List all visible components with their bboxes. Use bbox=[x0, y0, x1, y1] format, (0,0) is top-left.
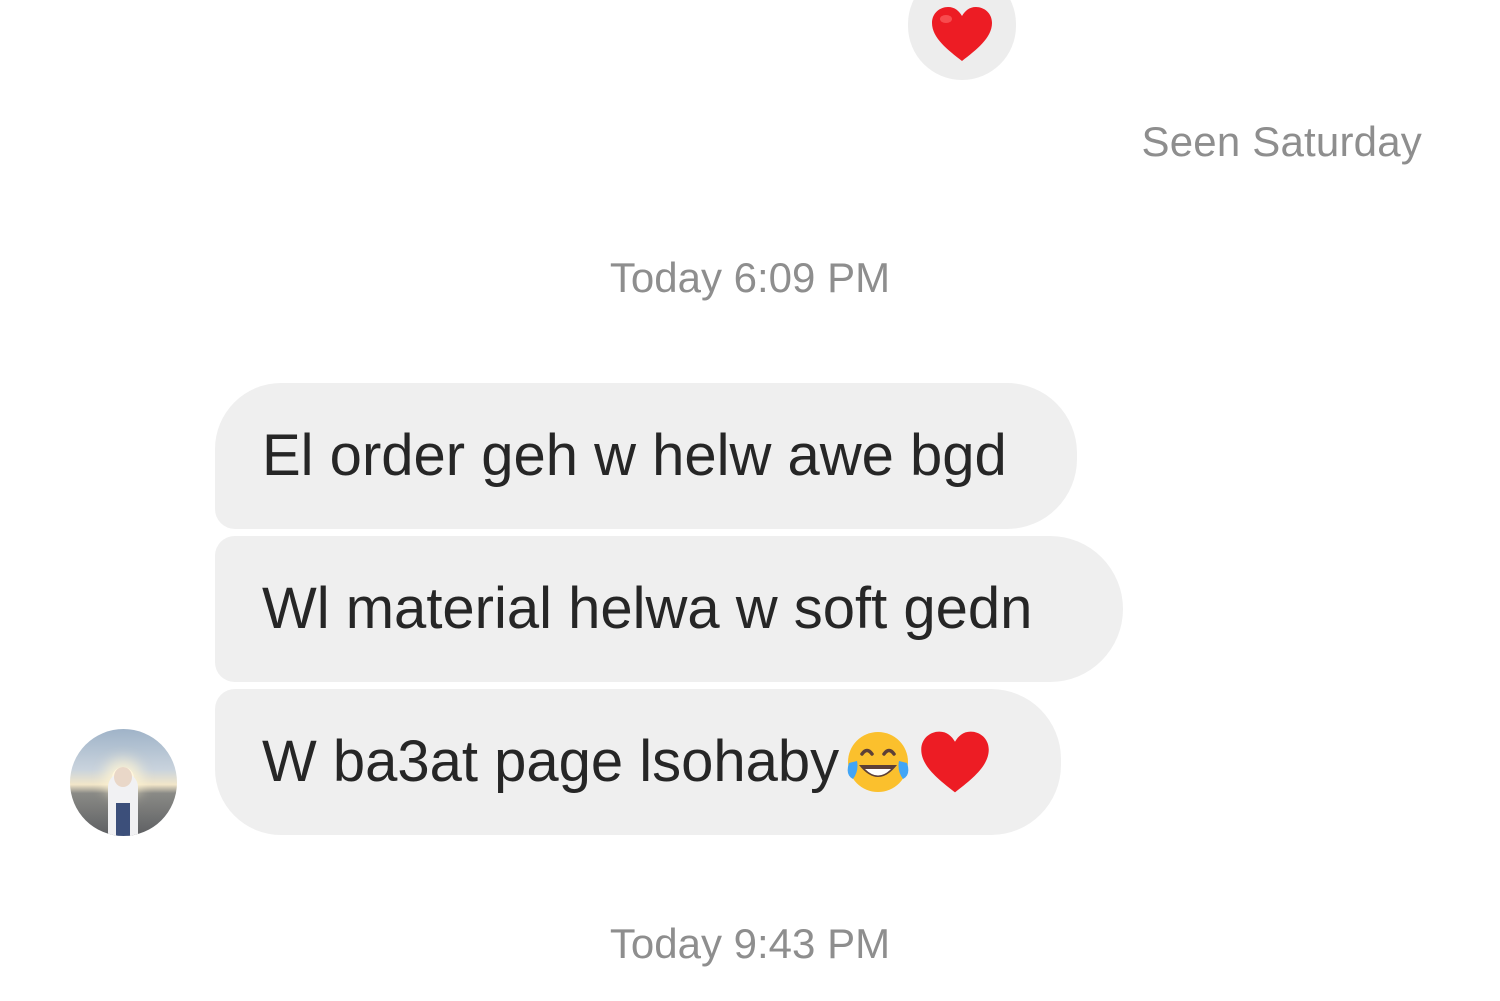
heart-icon bbox=[921, 731, 989, 793]
message-bubble[interactable]: Wl material helwa w soft gedn bbox=[215, 536, 1123, 682]
heart-reaction-message[interactable] bbox=[908, 0, 1016, 80]
message-bubble[interactable]: W ba3at page lsohaby bbox=[215, 689, 1061, 835]
timestamp: Today 6:09 PM bbox=[609, 254, 891, 301]
message-text: W ba3at page lsohaby bbox=[262, 729, 840, 794]
face-with-tears-of-joy-icon bbox=[847, 732, 909, 792]
message-text: Wl material helwa w soft gedn bbox=[262, 576, 1033, 641]
chat-screen: Seen Saturday Today 6:09 PM El order geh… bbox=[0, 0, 1500, 1001]
message-text: El order geh w helw awe bgd bbox=[262, 423, 1007, 488]
timestamp: Today 9:43 PM bbox=[609, 920, 891, 967]
seen-status: Seen Saturday bbox=[1141, 118, 1422, 165]
message-bubble[interactable]: El order geh w helw awe bgd bbox=[215, 383, 1077, 529]
avatar[interactable] bbox=[70, 729, 177, 836]
heart-icon bbox=[932, 7, 992, 61]
